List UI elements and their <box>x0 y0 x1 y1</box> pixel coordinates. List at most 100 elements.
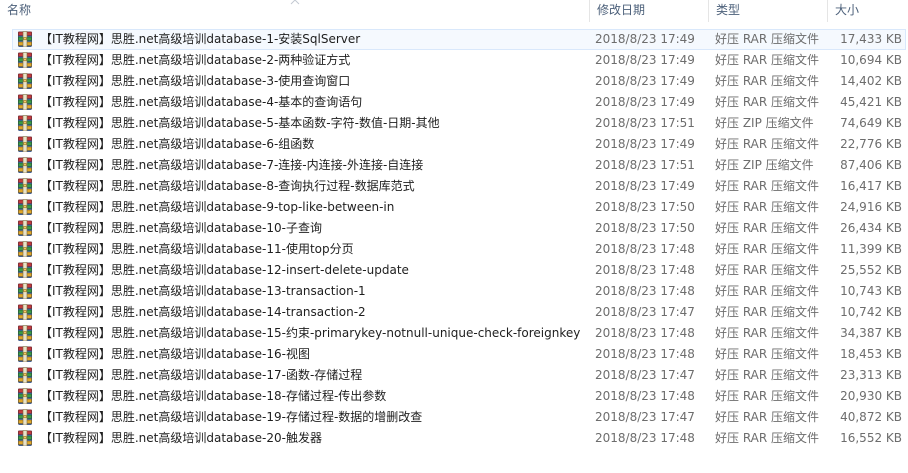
file-row[interactable]: 【IT教程网】思胜.net高级培训database-16-视图 2018/8/23… <box>0 344 908 365</box>
file-name[interactable]: 【IT教程网】思胜.net高级培训database-19-存储过程-数据的增删改… <box>40 407 585 428</box>
file-size: 10,743 KB <box>840 284 902 298</box>
file-row[interactable]: 【IT教程网】思胜.net高级培训database-10-子查询 2018/8/2… <box>0 218 908 239</box>
column-header-type[interactable]: 类型 <box>709 0 827 22</box>
file-type: 好压 RAR 压缩文件 <box>715 32 820 46</box>
file-type: 好压 ZIP 压缩文件 <box>715 116 814 130</box>
zip-archive-icon <box>17 115 33 132</box>
rar-archive-icon <box>17 304 33 321</box>
file-modified-date: 2018/8/23 17:49 <box>595 74 695 88</box>
file-modified-date: 2018/8/23 17:50 <box>595 221 695 235</box>
file-modified-date: 2018/8/23 17:51 <box>595 116 695 130</box>
file-row[interactable]: 【IT教程网】思胜.net高级培训database-18-存储过程-传出参数 20… <box>0 386 908 407</box>
rar-archive-icon <box>17 136 33 153</box>
file-name[interactable]: 【IT教程网】思胜.net高级培训database-12-insert-dele… <box>40 260 585 281</box>
file-size: 34,387 KB <box>840 326 902 340</box>
file-name[interactable]: 【IT教程网】思胜.net高级培训database-11-使用top分页 <box>40 239 585 260</box>
file-size: 26,434 KB <box>840 221 902 235</box>
file-modified-date: 2018/8/23 17:49 <box>595 32 695 46</box>
rar-archive-icon <box>17 262 33 279</box>
rar-archive-icon <box>17 73 33 90</box>
file-size: 14,402 KB <box>840 74 902 88</box>
file-modified-date: 2018/8/23 17:48 <box>595 389 695 403</box>
file-row[interactable]: 【IT教程网】思胜.net高级培训database-19-存储过程-数据的增删改… <box>0 407 908 428</box>
file-size: 18,453 KB <box>840 347 902 361</box>
rar-archive-icon <box>17 409 33 426</box>
file-row[interactable]: 【IT教程网】思胜.net高级培训database-6-组函数 2018/8/23… <box>0 134 908 155</box>
file-size: 11,399 KB <box>840 242 902 256</box>
file-row[interactable]: 【IT教程网】思胜.net高级培训database-15-约束-primaryk… <box>0 323 908 344</box>
rar-archive-icon <box>17 178 33 195</box>
file-modified-date: 2018/8/23 17:51 <box>595 158 695 172</box>
file-row[interactable]: 【IT教程网】思胜.net高级培训database-3-使用查询窗口 2018/8… <box>0 71 908 92</box>
file-row[interactable]: 【IT教程网】思胜.net高级培训database-14-transaction… <box>0 302 908 323</box>
rar-archive-icon <box>17 367 33 384</box>
file-type: 好压 RAR 压缩文件 <box>715 137 820 151</box>
file-name[interactable]: 【IT教程网】思胜.net高级培训database-18-存储过程-传出参数 <box>40 386 585 407</box>
file-name[interactable]: 【IT教程网】思胜.net高级培训database-13-transaction… <box>40 281 585 302</box>
file-size: 74,649 KB <box>840 116 902 130</box>
file-name[interactable]: 【IT教程网】思胜.net高级培训database-9-top-like-bet… <box>40 197 585 218</box>
file-type: 好压 RAR 压缩文件 <box>715 284 820 298</box>
file-size: 23,313 KB <box>840 368 902 382</box>
file-name[interactable]: 【IT教程网】思胜.net高级培训database-20-触发器 <box>40 428 585 449</box>
file-type: 好压 ZIP 压缩文件 <box>715 158 814 172</box>
file-size: 24,916 KB <box>840 200 902 214</box>
file-list-view: 名称 修改日期 类型 大小 【IT教程网】思胜.net高级培训database-… <box>0 0 908 473</box>
file-modified-date: 2018/8/23 17:48 <box>595 263 695 277</box>
column-header-name[interactable]: 名称 <box>0 0 589 22</box>
file-modified-date: 2018/8/23 17:47 <box>595 368 695 382</box>
file-row[interactable]: 【IT教程网】思胜.net高级培训database-9-top-like-bet… <box>0 197 908 218</box>
file-modified-date: 2018/8/23 17:48 <box>595 284 695 298</box>
file-row[interactable]: 【IT教程网】思胜.net高级培训database-5-基本函数-字符-数值-日… <box>0 113 908 134</box>
column-header-bar: 名称 修改日期 类型 大小 <box>0 0 908 22</box>
rar-archive-icon <box>17 94 33 111</box>
column-header-size[interactable]: 大小 <box>828 0 908 22</box>
zip-archive-icon <box>17 157 33 174</box>
file-name[interactable]: 【IT教程网】思胜.net高级培训database-8-查询执行过程-数据库范式 <box>40 176 585 197</box>
rar-archive-icon <box>17 325 33 342</box>
file-name[interactable]: 【IT教程网】思胜.net高级培训database-6-组函数 <box>40 134 585 155</box>
file-row[interactable]: 【IT教程网】思胜.net高级培训database-1-安装SqlServer 2… <box>0 29 908 50</box>
file-name[interactable]: 【IT教程网】思胜.net高级培训database-10-子查询 <box>40 218 585 239</box>
file-name[interactable]: 【IT教程网】思胜.net高级培训database-2-两种验证方式 <box>40 50 585 71</box>
file-name[interactable]: 【IT教程网】思胜.net高级培训database-16-视图 <box>40 344 585 365</box>
file-modified-date: 2018/8/23 17:50 <box>595 200 695 214</box>
file-name[interactable]: 【IT教程网】思胜.net高级培训database-4-基本的查询语句 <box>40 92 585 113</box>
file-size: 16,417 KB <box>840 179 902 193</box>
file-modified-date: 2018/8/23 17:48 <box>595 326 695 340</box>
file-type: 好压 RAR 压缩文件 <box>715 53 820 67</box>
file-name[interactable]: 【IT教程网】思胜.net高级培训database-14-transaction… <box>40 302 585 323</box>
file-row[interactable]: 【IT教程网】思胜.net高级培训database-7-连接-内连接-外连接-自… <box>0 155 908 176</box>
file-type: 好压 RAR 压缩文件 <box>715 326 820 340</box>
file-name[interactable]: 【IT教程网】思胜.net高级培训database-15-约束-primaryk… <box>40 323 585 344</box>
file-rows: 【IT教程网】思胜.net高级培训database-1-安装SqlServer 2… <box>0 29 908 449</box>
file-modified-date: 2018/8/23 17:49 <box>595 179 695 193</box>
file-modified-date: 2018/8/23 17:47 <box>595 305 695 319</box>
column-header-date[interactable]: 修改日期 <box>590 0 708 22</box>
file-modified-date: 2018/8/23 17:49 <box>595 137 695 151</box>
column-header-date-label: 修改日期 <box>597 3 646 17</box>
file-row[interactable]: 【IT教程网】思胜.net高级培训database-4-基本的查询语句 2018/… <box>0 92 908 113</box>
file-row[interactable]: 【IT教程网】思胜.net高级培训database-17-函数-存储过程 2018… <box>0 365 908 386</box>
file-row[interactable]: 【IT教程网】思胜.net高级培训database-20-触发器 2018/8/2… <box>0 428 908 449</box>
file-row[interactable]: 【IT教程网】思胜.net高级培训database-2-两种验证方式 2018/8… <box>0 50 908 71</box>
file-size: 22,776 KB <box>840 137 902 151</box>
file-name[interactable]: 【IT教程网】思胜.net高级培训database-3-使用查询窗口 <box>40 71 585 92</box>
file-row[interactable]: 【IT教程网】思胜.net高级培训database-11-使用top分页 2018… <box>0 239 908 260</box>
file-row[interactable]: 【IT教程网】思胜.net高级培训database-8-查询执行过程-数据库范式… <box>0 176 908 197</box>
rar-archive-icon <box>17 430 33 447</box>
file-name[interactable]: 【IT教程网】思胜.net高级培训database-17-函数-存储过程 <box>40 365 585 386</box>
file-name[interactable]: 【IT教程网】思胜.net高级培训database-7-连接-内连接-外连接-自… <box>40 155 585 176</box>
column-header-type-label: 类型 <box>716 3 741 17</box>
file-type: 好压 RAR 压缩文件 <box>715 368 820 382</box>
file-name[interactable]: 【IT教程网】思胜.net高级培训database-5-基本函数-字符-数值-日… <box>40 113 585 134</box>
file-size: 25,552 KB <box>840 263 902 277</box>
rar-archive-icon <box>17 199 33 216</box>
file-type: 好压 RAR 压缩文件 <box>715 410 820 424</box>
file-row[interactable]: 【IT教程网】思胜.net高级培训database-12-insert-dele… <box>0 260 908 281</box>
file-type: 好压 RAR 压缩文件 <box>715 179 820 193</box>
file-row[interactable]: 【IT教程网】思胜.net高级培训database-13-transaction… <box>0 281 908 302</box>
column-header-name-label: 名称 <box>7 3 32 17</box>
file-type: 好压 RAR 压缩文件 <box>715 221 820 235</box>
file-name[interactable]: 【IT教程网】思胜.net高级培训database-1-安装SqlServer <box>40 29 585 50</box>
